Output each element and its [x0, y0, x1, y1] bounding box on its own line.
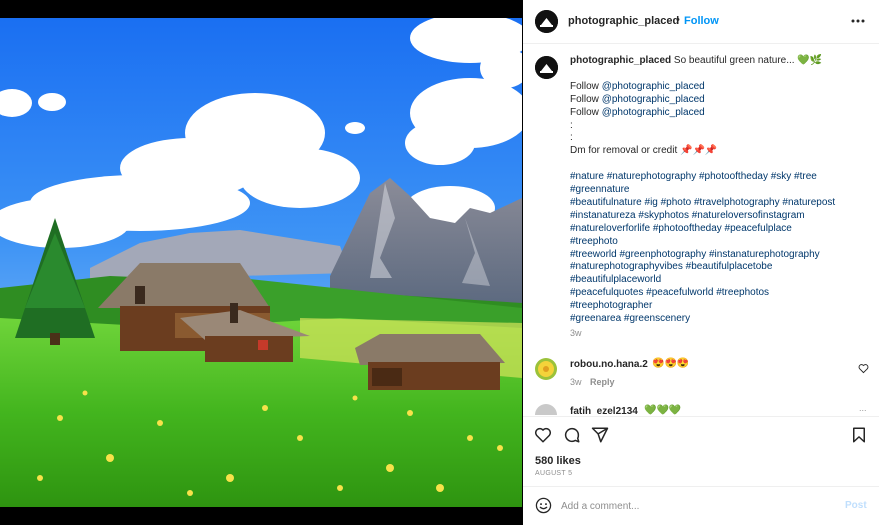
hashtag-block[interactable]: #nature #naturephotography #photooftheda…: [570, 171, 870, 326]
follow-text: Follow: [570, 80, 602, 92]
mention-link[interactable]: @photographic_placed: [602, 81, 705, 92]
post-comment-button[interactable]: Post: [845, 500, 867, 511]
comment-username[interactable]: robou.no.hana.2: [570, 359, 648, 370]
add-comment-bar: Post: [523, 486, 879, 525]
colon-line: :: [570, 119, 573, 131]
like-comment-heart-icon[interactable]: [858, 363, 869, 374]
hashtag-line[interactable]: #nature #naturephotography #photooftheda…: [570, 171, 870, 184]
comment-text: 😍😍😍: [652, 358, 690, 369]
post-date: AUGUST 5: [535, 470, 573, 477]
comment-options[interactable]: ...: [859, 403, 867, 413]
separator-dot: •: [676, 14, 680, 26]
comments-section[interactable]: photographic_placed So beautiful green n…: [523, 45, 879, 415]
colon-line: :: [570, 132, 573, 144]
comment-text: 💚💚💚: [644, 405, 682, 415]
caption-time[interactable]: 3w: [570, 328, 582, 338]
hashtag-line[interactable]: #peacefulquotes #peacefulworld #treephot…: [570, 287, 870, 300]
comment-input[interactable]: [561, 497, 831, 515]
follow-text: Follow: [570, 106, 602, 118]
action-bar: 580 likes AUGUST 5: [523, 416, 879, 496]
hashtag-line[interactable]: #naturephotographyvibes #beautifulplacet…: [570, 261, 870, 274]
caption-username[interactable]: photographic_placed: [570, 55, 671, 66]
header-avatar[interactable]: [535, 10, 558, 33]
caption-message: So beautiful green nature... 💚🌿: [673, 55, 823, 66]
landscape-photo: [0, 18, 522, 507]
hashtag-line[interactable]: #treeworld #greenphotography #instanatur…: [570, 249, 870, 262]
follow-text: Follow: [570, 93, 602, 105]
flower-avatar-icon: [535, 358, 557, 380]
commenter-avatar[interactable]: [535, 358, 557, 380]
like-heart-icon[interactable]: [534, 426, 552, 444]
hashtag-line[interactable]: #greenarea #greenscenery: [570, 313, 870, 326]
dm-text: Dm for removal or credit 📌📌📌: [570, 145, 718, 157]
post-image[interactable]: [0, 18, 522, 507]
profile-logo-icon: [535, 10, 558, 33]
likes-count[interactable]: 580 likes: [535, 455, 581, 467]
hashtag-line[interactable]: #beautifulplaceworld: [570, 274, 870, 287]
hashtag-line[interactable]: #beautifulnature #ig #photo #travelphoto…: [570, 197, 870, 210]
mention-link[interactable]: @photographic_placed: [602, 94, 705, 105]
mention-link[interactable]: @photographic_placed: [602, 107, 705, 118]
header-username[interactable]: photographic_placed: [568, 15, 679, 27]
comment-time[interactable]: 3w: [570, 377, 582, 387]
caption-avatar[interactable]: [535, 56, 558, 79]
comment-bubble-icon[interactable]: [563, 426, 581, 444]
reply-button[interactable]: Reply: [590, 377, 615, 387]
emoji-smiley-icon[interactable]: [535, 497, 552, 514]
caption-text: photographic_placed So beautiful green n…: [570, 55, 870, 326]
hashtag-line[interactable]: #instanatureza #skyphotos #natureloverso…: [570, 210, 870, 223]
hashtag-line[interactable]: #treephotographer: [570, 300, 870, 313]
bookmark-icon[interactable]: [850, 426, 868, 444]
hashtag-line[interactable]: #natureloverforlife #photooftheday #peac…: [570, 223, 870, 236]
post-panel: photographic_placed • Follow photographi…: [523, 0, 879, 525]
commenter-avatar[interactable]: [535, 404, 557, 415]
follow-button[interactable]: Follow: [684, 15, 719, 27]
share-send-icon[interactable]: [591, 426, 609, 444]
more-horizontal-icon[interactable]: [851, 14, 865, 28]
comment-username[interactable]: fatih_ezel2134: [570, 406, 638, 415]
profile-logo-icon: [535, 56, 558, 79]
hashtag-line[interactable]: #greennature: [570, 184, 870, 197]
post-header: photographic_placed • Follow: [523, 0, 879, 44]
hashtag-line[interactable]: #treephoto: [570, 236, 870, 249]
